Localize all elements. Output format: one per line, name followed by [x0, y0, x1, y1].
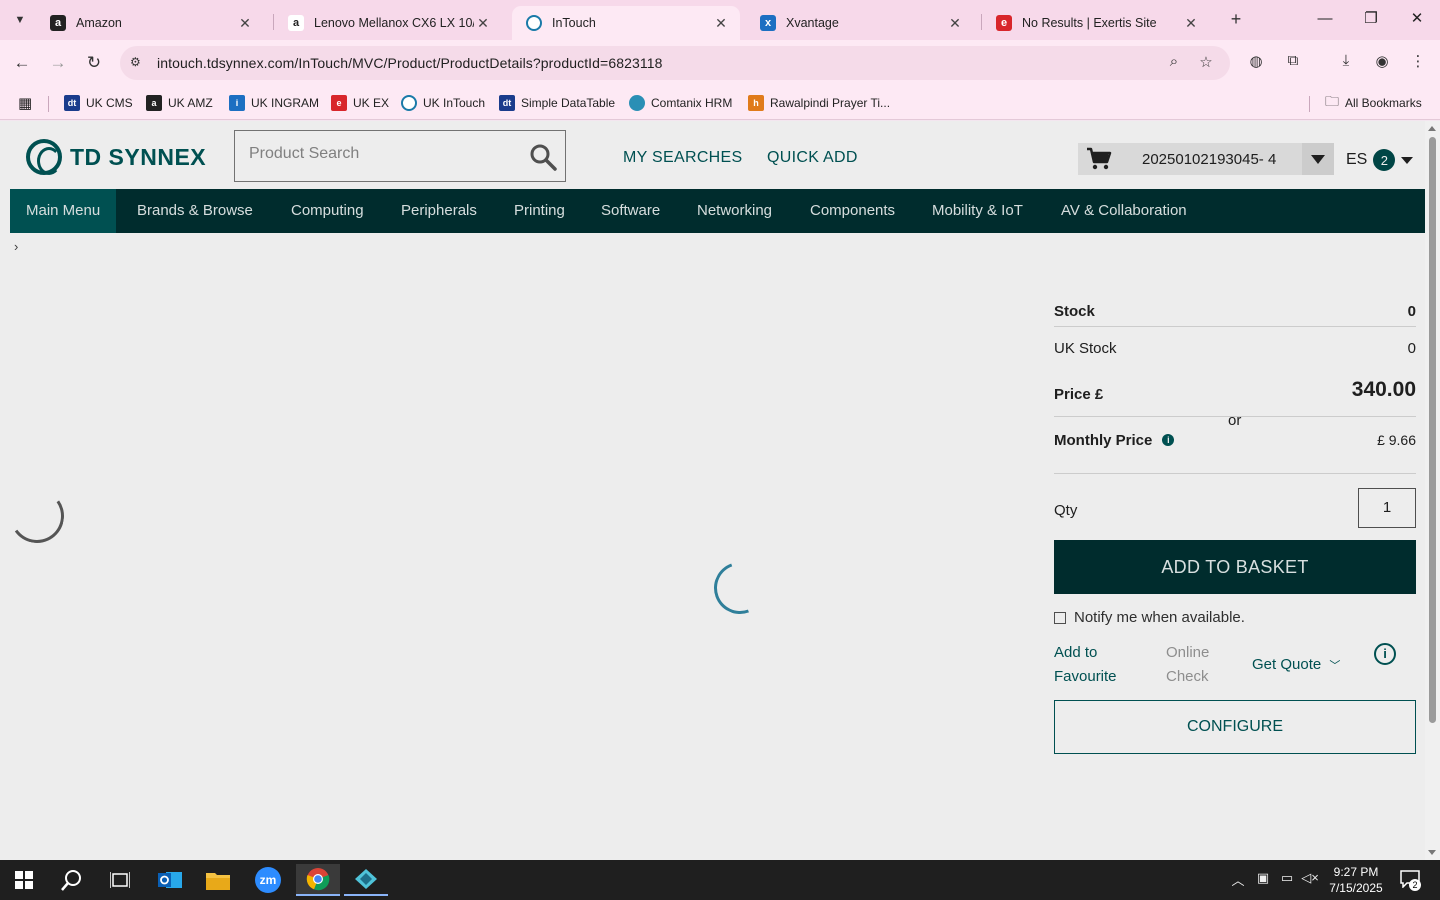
tab-search-icon[interactable]: ▼	[6, 6, 34, 34]
ingram-icon: i	[229, 95, 245, 111]
windows-start-icon[interactable]	[2, 864, 46, 896]
dt-icon: dt	[499, 95, 515, 111]
all-bookmarks-button[interactable]: 🗀 All Bookmarks	[1325, 92, 1422, 114]
search-icon[interactable]	[50, 864, 94, 896]
tab-title: Lenovo Mellanox CX6 LX 10/25	[314, 16, 474, 30]
intouch-icon	[526, 15, 542, 31]
close-icon[interactable]: ✕	[474, 15, 492, 32]
apps-icon[interactable]: ▦	[18, 92, 32, 114]
bookmark-simple-datatable[interactable]: dt Simple DataTable	[499, 92, 615, 114]
bookmark-uk-intouch[interactable]: UK InTouch	[401, 92, 485, 114]
clock-time: 9:27 PM	[1333, 865, 1379, 879]
tab-amazon[interactable]: a Amazon ✕	[36, 6, 264, 40]
close-icon[interactable]: ✕	[1182, 15, 1200, 32]
outlook-icon[interactable]	[148, 864, 192, 896]
more-menu-icon[interactable]: ⋮	[1406, 52, 1430, 74]
tab-lenovo-mellanox[interactable]: a Lenovo Mellanox CX6 LX 10/25 ✕	[274, 6, 502, 40]
tab-title: Xvantage	[786, 16, 839, 30]
site-settings-icon[interactable]: ⚙	[130, 55, 146, 71]
bookmark-label: UK InTouch	[423, 96, 486, 110]
comtanix-icon	[629, 95, 645, 111]
bookmark-star-icon[interactable]: ☆	[1195, 53, 1217, 73]
bookmark-divider	[48, 96, 49, 112]
loading-spinner-icon	[705, 553, 775, 623]
reload-button[interactable]: ↻	[79, 48, 109, 78]
close-window-button[interactable]: ✕	[1402, 8, 1432, 32]
bookmark-label: Rawalpindi Prayer Ti...	[770, 96, 891, 110]
amazon-icon: a	[50, 15, 66, 31]
page-viewport: TD SYNNEX MY SEARCHES QUICK ADD 20250102…	[0, 121, 1425, 860]
folder-icon: 🗀	[1325, 93, 1339, 109]
zoom-app-icon[interactable]: zm	[246, 864, 290, 896]
tab-title: No Results | Exertis Site	[1022, 16, 1157, 30]
close-icon[interactable]: ✕	[946, 15, 964, 32]
chevron-up-icon[interactable]: ︿	[1228, 870, 1248, 890]
tab-title: Amazon	[76, 16, 122, 30]
translate-icon[interactable]: ◍	[1244, 52, 1268, 74]
page-scrollbar[interactable]	[1425, 121, 1440, 860]
prayer-icon: h	[748, 95, 764, 111]
browser-toolbar: ← → ↻ ⚙ intouch.tdsynnex.com/InTouch/MVC…	[0, 40, 1440, 86]
scrollbar-thumb[interactable]	[1429, 137, 1436, 723]
tab-intouch[interactable]: InTouch ✕	[512, 6, 740, 40]
bookmark-rawalpindi-prayer[interactable]: h Rawalpindi Prayer Ti...	[748, 92, 890, 114]
loading-overlay	[0, 121, 1425, 860]
chrome-icon[interactable]	[296, 864, 340, 896]
bookmark-uk-ex[interactable]: e UK EX	[331, 92, 389, 114]
zoom-icon[interactable]: ⌕	[1163, 53, 1185, 73]
all-bookmarks-label: All Bookmarks	[1345, 96, 1422, 110]
restore-button[interactable]: ❐	[1356, 8, 1386, 32]
notifications-icon[interactable]: 2	[1398, 870, 1422, 891]
address-bar[interactable]: ⚙ intouch.tdsynnex.com/InTouch/MVC/Produ…	[120, 46, 1230, 80]
bookmark-label: UK INGRAM	[251, 96, 320, 110]
new-tab-button[interactable]: +	[1225, 8, 1247, 32]
intouch-icon	[401, 95, 417, 111]
forward-button[interactable]: →	[43, 48, 73, 78]
tab-title: InTouch	[552, 16, 596, 30]
minimize-button[interactable]: —	[1310, 8, 1340, 32]
bookmark-label: UK AMZ	[168, 96, 213, 110]
browser-tab-strip: ▼ a Amazon ✕ a Lenovo Mellanox CX6 LX 10…	[0, 0, 1440, 40]
bookmark-comtanix-hrm[interactable]: Comtanix HRM	[629, 92, 732, 114]
xvantage-icon: x	[760, 15, 776, 31]
bookmark-label: UK EX	[353, 96, 390, 110]
zoom-app-label: zm	[255, 867, 281, 893]
clock-date: 7/15/2025	[1329, 881, 1383, 895]
file-explorer-icon[interactable]	[196, 864, 240, 896]
bookmark-label: UK CMS	[86, 96, 133, 110]
bookmarks-bar: ▦ dt UK CMS a UK AMZ i UK INGRAM e UK EX…	[0, 86, 1440, 120]
security-tray-icon[interactable]: ▣	[1253, 870, 1273, 890]
network-icon[interactable]: ▭	[1277, 870, 1297, 890]
loading-spinner-icon	[5, 484, 69, 548]
profile-icon[interactable]: ◉	[1370, 52, 1394, 74]
scroll-down-icon[interactable]	[1428, 850, 1436, 855]
scroll-up-icon[interactable]	[1428, 126, 1436, 131]
exertis-icon: e	[331, 95, 347, 111]
task-view-icon[interactable]	[98, 864, 142, 896]
amazon-icon: a	[288, 15, 304, 31]
bookmark-uk-ingram[interactable]: i UK INGRAM	[229, 92, 319, 114]
app-diamond-icon[interactable]	[344, 864, 388, 896]
tab-xvantage[interactable]: x Xvantage ✕	[746, 6, 974, 40]
bookmark-divider	[1309, 96, 1310, 112]
tab-exertis[interactable]: e No Results | Exertis Site ✕	[982, 6, 1210, 40]
bookmark-label: Simple DataTable	[521, 96, 616, 110]
extensions-icon[interactable]: ⧉	[1281, 52, 1305, 74]
bookmark-uk-amz[interactable]: a UK AMZ	[146, 92, 213, 114]
windows-taskbar: zm ︿ ▣ ▭ ◁× 9:27 PM 7/15/2025 2	[0, 860, 1440, 900]
close-icon[interactable]: ✕	[236, 15, 254, 32]
url-text[interactable]: intouch.tdsynnex.com/InTouch/MVC/Product…	[157, 55, 663, 71]
notification-count: 2	[1409, 879, 1421, 891]
back-button[interactable]: ←	[7, 48, 37, 78]
amazon-icon: a	[146, 95, 162, 111]
bookmark-uk-cms[interactable]: dt UK CMS	[64, 92, 133, 114]
download-icon[interactable]: ⤓	[1334, 52, 1358, 74]
close-icon[interactable]: ✕	[712, 15, 730, 32]
system-clock[interactable]: 9:27 PM 7/15/2025	[1318, 864, 1394, 896]
dt-icon: dt	[64, 95, 80, 111]
volume-muted-icon[interactable]: ◁×	[1300, 870, 1320, 890]
bookmark-label: Comtanix HRM	[651, 96, 733, 110]
exertis-icon: e	[996, 15, 1012, 31]
